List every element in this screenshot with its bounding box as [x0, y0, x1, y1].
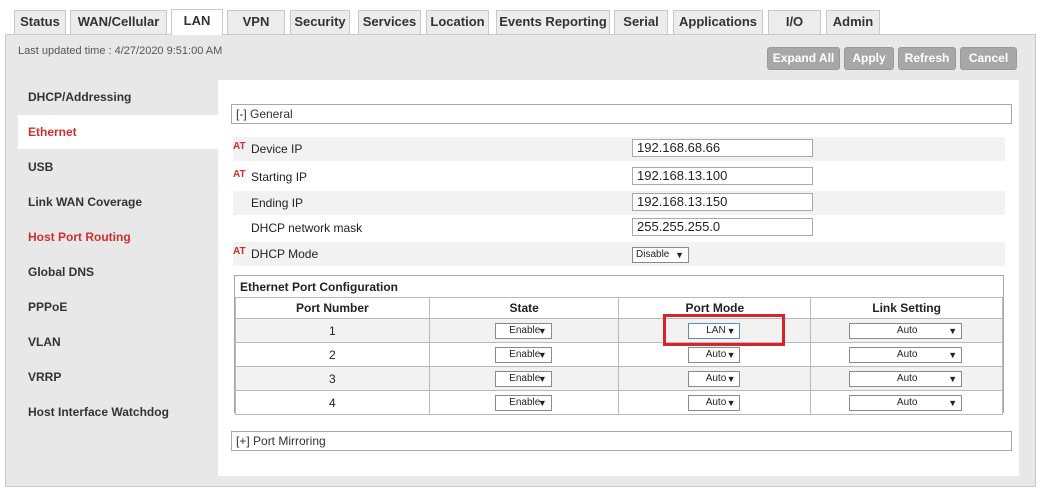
apply-button[interactable]: Apply	[844, 47, 894, 70]
dropdown-arrow-icon: ▼	[537, 326, 547, 336]
sidebar-item-link-wan-coverage[interactable]: Link WAN Coverage	[18, 185, 218, 219]
at-marker: AT	[233, 141, 246, 152]
refresh-button[interactable]: Refresh	[898, 47, 956, 70]
dropdown-arrow-icon: ▼	[675, 250, 684, 260]
tab-io[interactable]: I/O	[768, 10, 821, 34]
at-marker: AT	[233, 169, 246, 180]
table-row: 3 Enable ▼ Auto ▼ Auto ▼	[235, 366, 1003, 391]
sidebar-item-host-interface-watchdog[interactable]: Host Interface Watchdog	[18, 395, 218, 429]
link-setting-select[interactable]: Auto ▼	[849, 347, 963, 363]
sidebar-item-global-dns[interactable]: Global DNS	[18, 255, 218, 289]
port-config-title: Ethernet Port Configuration	[240, 280, 398, 294]
at-marker: AT	[233, 246, 246, 257]
col-state: State	[428, 297, 620, 319]
general-section-header[interactable]: [-] General	[231, 104, 1012, 124]
device-ip-label: Device IP	[251, 142, 303, 156]
cancel-button[interactable]: Cancel	[960, 47, 1017, 70]
device-ip-row: AT Device IP 192.168.68.66	[233, 137, 1005, 161]
dropdown-arrow-icon: ▼	[726, 398, 736, 408]
port-number-cell: 2	[235, 342, 430, 367]
dhcp-mode-select[interactable]: Disable ▼	[632, 247, 689, 263]
tab-bar: Status WAN/Cellular LAN VPN Security Ser…	[0, 0, 1041, 35]
col-port-number: Port Number	[235, 297, 430, 319]
state-select[interactable]: Enable ▼	[494, 395, 552, 411]
starting-ip-row: AT Starting IP 192.168.13.100	[233, 165, 1005, 189]
table-row: 4 Enable ▼ Auto ▼ Auto ▼	[235, 390, 1003, 415]
sidebar-item-pppoe[interactable]: PPPoE	[18, 290, 218, 324]
ending-ip-label: Ending IP	[251, 196, 304, 210]
dhcp-mode-value: Disable	[636, 249, 670, 260]
dhcp-mode-label: DHCP Mode	[251, 247, 319, 261]
dhcp-mode-row: AT DHCP Mode Disable ▼	[233, 242, 1005, 266]
ending-ip-row: Ending IP 192.168.13.150	[233, 191, 1005, 215]
tab-wan-cellular[interactable]: WAN/Cellular	[70, 10, 167, 34]
device-ip-input[interactable]: 192.168.68.66	[632, 139, 813, 157]
port-mode-select[interactable]: Auto ▼	[688, 347, 741, 363]
tab-admin[interactable]: Admin	[826, 10, 880, 34]
tab-vpn[interactable]: VPN	[227, 10, 285, 34]
dropdown-arrow-icon: ▼	[537, 350, 547, 360]
ending-ip-input[interactable]: 192.168.13.150	[632, 193, 813, 211]
sidebar-item-vrrp[interactable]: VRRP	[18, 360, 218, 394]
tab-lan[interactable]: LAN	[171, 9, 223, 35]
port-mode-select[interactable]: Auto ▼	[688, 371, 741, 387]
tab-location[interactable]: Location	[426, 10, 489, 34]
tab-security[interactable]: Security	[290, 10, 350, 34]
sidebar-item-vlan[interactable]: VLAN	[18, 325, 218, 359]
table-row: 1 Enable ▼ LAN ▼ Auto ▼	[235, 318, 1003, 343]
state-select[interactable]: Enable ▼	[494, 371, 552, 387]
dropdown-arrow-icon: ▼	[537, 398, 547, 408]
expand-all-button[interactable]: Expand All	[767, 47, 840, 70]
tab-services[interactable]: Services	[358, 10, 421, 34]
tab-serial[interactable]: Serial	[614, 10, 668, 34]
dropdown-arrow-icon: ▼	[948, 350, 958, 360]
dropdown-arrow-icon: ▼	[948, 326, 958, 336]
state-select[interactable]: Enable ▼	[494, 347, 552, 363]
tab-applications[interactable]: Applications	[673, 10, 763, 34]
starting-ip-input[interactable]: 192.168.13.100	[632, 167, 813, 185]
sidebar-item-host-port-routing[interactable]: Host Port Routing	[18, 220, 218, 254]
port-number-cell: 4	[235, 390, 430, 415]
dhcp-network-mask-label: DHCP network mask	[251, 221, 363, 235]
port-mirroring-section-header[interactable]: [+] Port Mirroring	[231, 431, 1012, 451]
highlight-box	[663, 314, 785, 346]
dropdown-arrow-icon: ▼	[726, 350, 736, 360]
port-number-cell: 3	[235, 366, 430, 391]
sidebar-item-ethernet[interactable]: Ethernet	[18, 115, 218, 149]
port-table: Port Number State Port Mode Link Setting…	[235, 297, 1003, 415]
link-setting-select[interactable]: Auto ▼	[849, 323, 963, 339]
state-select[interactable]: Enable ▼	[494, 323, 552, 339]
last-updated-time: Last updated time : 4/27/2020 9:51:00 AM	[18, 45, 223, 57]
ethernet-port-config: Ethernet Port Configuration Port Number …	[234, 275, 1004, 415]
col-link-setting: Link Setting	[810, 297, 1003, 319]
dropdown-arrow-icon: ▼	[537, 374, 547, 384]
dropdown-arrow-icon: ▼	[948, 398, 958, 408]
dropdown-arrow-icon: ▼	[948, 374, 958, 384]
starting-ip-label: Starting IP	[251, 170, 308, 184]
link-setting-select[interactable]: Auto ▼	[849, 395, 963, 411]
link-setting-select[interactable]: Auto ▼	[849, 371, 963, 387]
dhcp-network-mask-row: DHCP network mask 255.255.255.0	[233, 216, 1005, 240]
tab-events-reporting[interactable]: Events Reporting	[496, 10, 610, 34]
table-row: 2 Enable ▼ Auto ▼ Auto ▼	[235, 342, 1003, 367]
sidebar-item-dhcp-addressing[interactable]: DHCP/Addressing	[18, 80, 218, 114]
tab-status[interactable]: Status	[14, 10, 66, 34]
port-mode-select[interactable]: Auto ▼	[688, 395, 741, 411]
dropdown-arrow-icon: ▼	[726, 374, 736, 384]
dhcp-network-mask-input[interactable]: 255.255.255.0	[632, 218, 813, 236]
sidebar-item-usb[interactable]: USB	[18, 150, 218, 184]
port-number-cell: 1	[235, 318, 430, 343]
